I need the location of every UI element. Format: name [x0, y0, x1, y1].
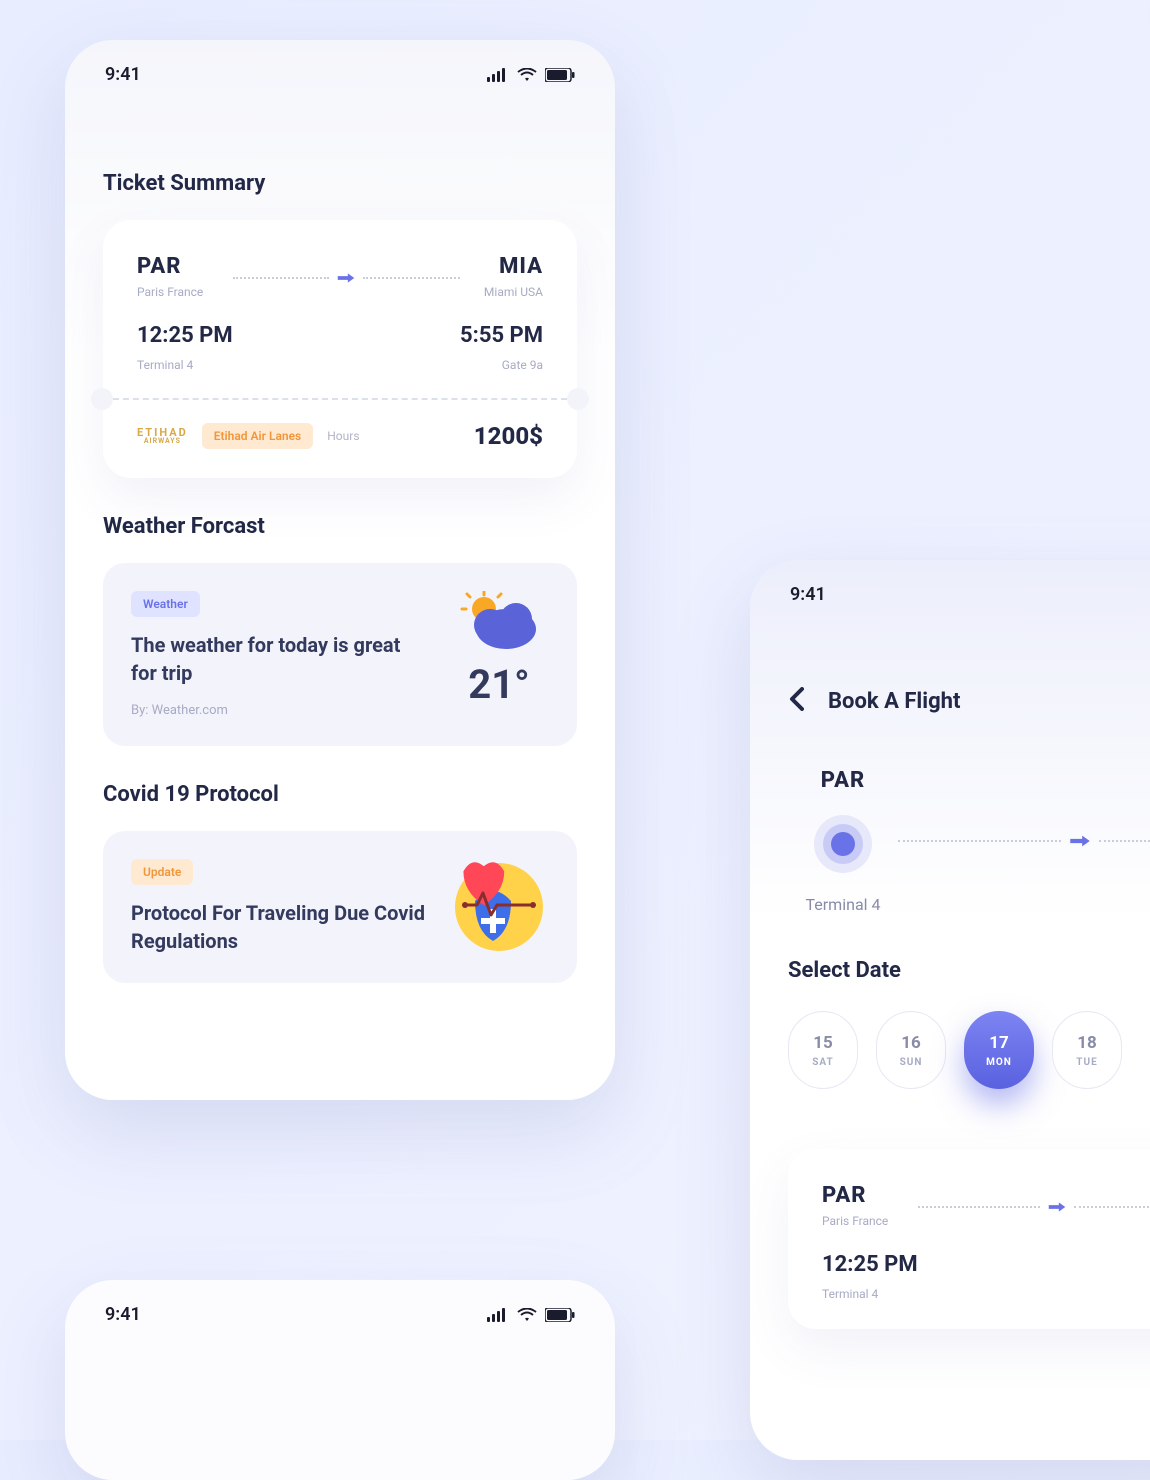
- from-code: PAR: [822, 1183, 918, 1208]
- status-icons: [487, 1308, 575, 1322]
- date-num: 18: [1077, 1033, 1097, 1053]
- date-chip[interactable]: 18 TUE: [1052, 1011, 1122, 1089]
- route-visual: PAR Terminal 4: [788, 768, 1150, 914]
- airline-badge: Etihad Air Lanes: [202, 423, 314, 449]
- from-time: 12:25 PM: [822, 1252, 918, 1277]
- weather-source: By: Weather.com: [131, 703, 429, 718]
- date-day: TUE: [1076, 1057, 1097, 1068]
- cellular-icon: [487, 1308, 509, 1322]
- ticket-card[interactable]: PAR Paris France 12:25 PM Terminal 4 MIA…: [103, 220, 577, 478]
- weather-icon: [456, 591, 542, 653]
- from-city: Paris France: [137, 285, 233, 299]
- phone-screen-peek: 9:41: [65, 1280, 615, 1480]
- status-time: 9:41: [105, 64, 141, 85]
- cellular-icon: [487, 68, 509, 82]
- date-chip[interactable]: 15 SAT: [788, 1011, 858, 1089]
- status-bar: 9:41: [65, 40, 615, 95]
- airline-logo: ETIHAD AIRWAYS: [137, 427, 188, 445]
- to-gate: Gate 9a: [502, 358, 543, 372]
- from-time: 12:25 PM: [137, 323, 233, 348]
- chevron-left-icon: [788, 687, 804, 711]
- temperature: 21°: [468, 661, 529, 708]
- from-terminal: Terminal 4: [137, 358, 233, 372]
- weather-summary: The weather for today is great for trip: [131, 631, 429, 687]
- date-chip-active[interactable]: 17 MON: [964, 1011, 1034, 1089]
- weather-card[interactable]: Weather The weather for today is great f…: [103, 563, 577, 746]
- ticket-card[interactable]: PAR Paris France 12:25 PM Terminal 4 5:5: [788, 1149, 1150, 1329]
- to-city: Miami USA: [484, 285, 543, 299]
- plane-icon: [1067, 828, 1093, 854]
- from-code: PAR: [137, 254, 233, 279]
- wifi-icon: [517, 1308, 537, 1322]
- hours-label: Hours: [327, 429, 359, 443]
- status-bar: 9:41: [65, 1280, 615, 1335]
- covid-card[interactable]: Update Protocol For Traveling Due Covid …: [103, 831, 577, 983]
- date-num: 16: [901, 1033, 921, 1053]
- status-time: 9:41: [790, 584, 826, 605]
- wifi-icon: [517, 68, 537, 82]
- page-title: Ticket Summary: [103, 171, 577, 196]
- page-title: Book A Flight: [828, 689, 960, 714]
- ticket-price: 1200$: [474, 422, 543, 450]
- date-num: 15: [813, 1033, 833, 1053]
- status-time: 9:41: [105, 1304, 141, 1325]
- phone-screen-book-flight: 9:41 Book A Flight PAR Terminal 4 Select…: [750, 560, 1150, 1460]
- phone-screen-ticket-summary: 9:41 Ticket Summary PAR Paris France 12:…: [65, 40, 615, 1100]
- from-terminal: Terminal 4: [822, 1287, 918, 1301]
- origin-dot[interactable]: [814, 815, 872, 873]
- covid-badge: Update: [131, 859, 193, 885]
- from-city: Paris France: [822, 1214, 918, 1228]
- battery-icon: [545, 68, 575, 82]
- from-terminal: Terminal 4: [806, 895, 881, 914]
- to-time: 5:55 PM: [460, 323, 543, 348]
- date-day: MON: [986, 1057, 1012, 1068]
- to-code: MIA: [499, 254, 543, 279]
- date-chip[interactable]: 16 SUN: [876, 1011, 946, 1089]
- back-button[interactable]: [788, 685, 804, 718]
- plane-icon: [335, 267, 357, 289]
- select-date-label: Select Date: [788, 958, 1150, 983]
- battery-icon: [545, 1308, 575, 1322]
- date-day: SUN: [900, 1057, 923, 1068]
- from-code: PAR: [821, 768, 866, 793]
- health-shield-icon: [451, 859, 547, 955]
- status-icons: [487, 68, 575, 82]
- date-picker: 15 SAT 16 SUN 17 MON 18 TUE: [788, 1011, 1150, 1089]
- status-bar: 9:41: [750, 560, 1150, 615]
- date-day: SAT: [812, 1057, 833, 1068]
- plane-icon: [1046, 1196, 1068, 1218]
- weather-section-title: Weather Forcast: [103, 514, 577, 539]
- date-num: 17: [989, 1033, 1009, 1053]
- covid-summary: Protocol For Traveling Due Covid Regulat…: [131, 899, 429, 955]
- weather-badge: Weather: [131, 591, 200, 617]
- ticket-divider: [103, 398, 577, 400]
- covid-section-title: Covid 19 Protocol: [103, 782, 577, 807]
